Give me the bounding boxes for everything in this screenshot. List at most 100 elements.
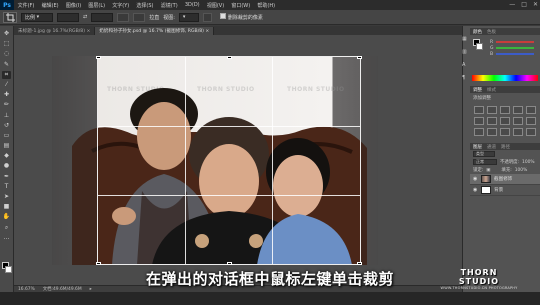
tab-active-document[interactable]: 奶奶和孙子孙女.psd @ 16.7% (截图修饰, RGB/8) × [95,27,215,35]
channel-mixer-icon[interactable] [526,117,536,125]
crop-handle-top[interactable] [227,56,232,59]
history-panel-icon[interactable]: ▦ [462,36,470,42]
layer-kind-select[interactable]: 类型 [473,151,495,157]
ratio-select[interactable]: 比例 ▾ [21,12,53,22]
pen-tool-icon[interactable]: ✒ [2,173,11,181]
crop-handle-bottom-left[interactable] [96,262,101,265]
brightness-icon[interactable] [474,106,484,114]
lock-icon[interactable]: ▣ [486,168,490,173]
layer-row-retouch[interactable]: ◉ 截图修饰 [470,174,540,185]
paragraph-panel-icon[interactable]: ¶ [462,75,470,81]
levels-icon[interactable] [487,106,497,114]
invert-icon[interactable] [474,128,484,136]
red-label: R [490,39,494,45]
zoom-tool-icon[interactable]: ⌕ [2,224,11,232]
character-panel-icon[interactable]: A [462,62,470,68]
eyedropper-tool-icon[interactable]: ⁄ [2,81,11,89]
tab-layers[interactable]: 图层 [473,144,482,150]
visibility-eye-icon[interactable]: ◉ [473,187,478,193]
menu-type[interactable]: 文字(Y) [109,2,133,9]
brush-tool-icon[interactable]: ✏ [2,101,11,109]
tab-swatches[interactable]: 色板 [487,29,496,35]
tab-color[interactable]: 颜色 [473,29,482,35]
tab-channels[interactable]: 通道 [487,144,496,150]
eraser-tool-icon[interactable]: ▭ [2,132,11,140]
canvas-area[interactable]: THORN STUDIO THORN STUDIO THORN STUDIO [14,35,462,285]
visibility-eye-icon[interactable]: ◉ [473,176,478,182]
selective-color-icon[interactable] [526,128,536,136]
opacity-value[interactable]: 100% [522,160,535,165]
menu-help[interactable]: 帮助(H) [254,2,279,9]
tab-untitled[interactable]: 未标题-1.jpg @ 16.7%(RGB/8) × [14,27,96,35]
dodge-tool-icon[interactable]: ● [2,162,11,170]
color-balance-icon[interactable] [487,117,497,125]
settings-button[interactable] [202,12,212,22]
menu-select[interactable]: 选择(S) [133,2,157,9]
type-tool-icon[interactable]: T [2,183,11,191]
blue-slider[interactable] [496,53,534,55]
close-button[interactable]: ✕ [533,1,538,8]
height-field[interactable] [91,12,114,22]
menu-3d[interactable]: 3D(D) [181,2,203,9]
crop-tool-icon[interactable]: ⌗ [2,70,11,79]
black-white-icon[interactable] [500,117,510,125]
fill-value[interactable]: 100% [515,168,528,173]
curves-icon[interactable] [500,106,510,114]
minimize-button[interactable]: — [509,1,515,8]
clone-stamp-tool-icon[interactable]: ⊥ [2,112,11,120]
straighten-button[interactable] [133,12,146,22]
view-select[interactable]: ▾ [178,12,199,22]
lasso-tool-icon[interactable]: ◌ [2,50,11,58]
crop-handle-top-left[interactable] [96,56,101,59]
menu-items: 文件(F) 编辑(E) 图像(I) 图层(L) 文字(Y) 选择(S) 滤镜(T… [14,2,279,9]
exposure-icon[interactable] [513,106,523,114]
crop-handle-bottom[interactable] [227,262,232,265]
blend-mode-select[interactable]: 正常 [473,159,497,165]
hue-saturation-icon[interactable] [474,117,484,125]
clear-button[interactable] [117,12,130,22]
document-canvas[interactable]: THORN STUDIO THORN STUDIO THORN STUDIO [52,56,378,265]
posterize-icon[interactable] [487,128,497,136]
more-tools-icon[interactable]: … [2,234,11,242]
shape-tool-icon[interactable]: ■ [2,203,11,211]
crop-shield-right [361,56,378,265]
history-brush-tool-icon[interactable]: ↺ [2,122,11,130]
gradient-tool-icon[interactable]: ▤ [2,142,11,150]
tab-adjustments[interactable]: 调整 [473,87,482,93]
layer-row-background[interactable]: ◉ 背景 [470,185,540,196]
swap-icon[interactable]: ⇄ [83,14,87,20]
hand-tool-icon[interactable]: ✋ [2,213,11,221]
menu-view[interactable]: 视图(V) [203,2,228,9]
marquee-tool-icon[interactable]: ⬚ [2,40,11,48]
menu-layer[interactable]: 图层(L) [85,2,109,9]
menu-edit[interactable]: 编辑(E) [38,2,62,9]
red-slider[interactable] [496,41,534,43]
photo-filter-icon[interactable] [513,117,523,125]
menu-file[interactable]: 文件(F) [14,2,38,9]
green-slider[interactable] [496,47,534,49]
blur-tool-icon[interactable]: ◆ [2,152,11,160]
maximize-button[interactable]: □ [521,1,527,8]
menu-filter[interactable]: 滤镜(T) [157,2,181,9]
menu-window[interactable]: 窗口(W) [228,2,254,9]
crop-frame[interactable] [96,56,362,265]
tab-styles[interactable]: 样式 [487,87,496,93]
vibrance-icon[interactable] [526,106,536,114]
quick-select-tool-icon[interactable]: ✎ [2,61,11,69]
crop-tool-preset[interactable] [3,11,17,23]
color-spectrum[interactable] [472,75,538,81]
crop-handle-bottom-right[interactable] [357,262,362,265]
crop-handle-top-right[interactable] [357,56,362,59]
move-tool-icon[interactable]: ✥ [2,30,11,38]
healing-brush-tool-icon[interactable]: ✚ [2,91,11,99]
delete-cropped-checkbox[interactable]: 删除裁剪的像素 [219,13,263,21]
threshold-icon[interactable] [500,128,510,136]
tab-paths[interactable]: 路径 [501,144,510,150]
menu-image[interactable]: 图像(I) [62,2,85,9]
path-select-tool-icon[interactable]: ➤ [2,193,11,201]
blue-slider-row[interactable]: B [482,51,534,57]
width-field[interactable] [57,12,79,22]
properties-panel-icon[interactable]: ▥ [462,49,470,55]
layer-mode-row: 正常 不透明度: 100% [470,158,540,166]
gradient-map-icon[interactable] [513,128,523,136]
